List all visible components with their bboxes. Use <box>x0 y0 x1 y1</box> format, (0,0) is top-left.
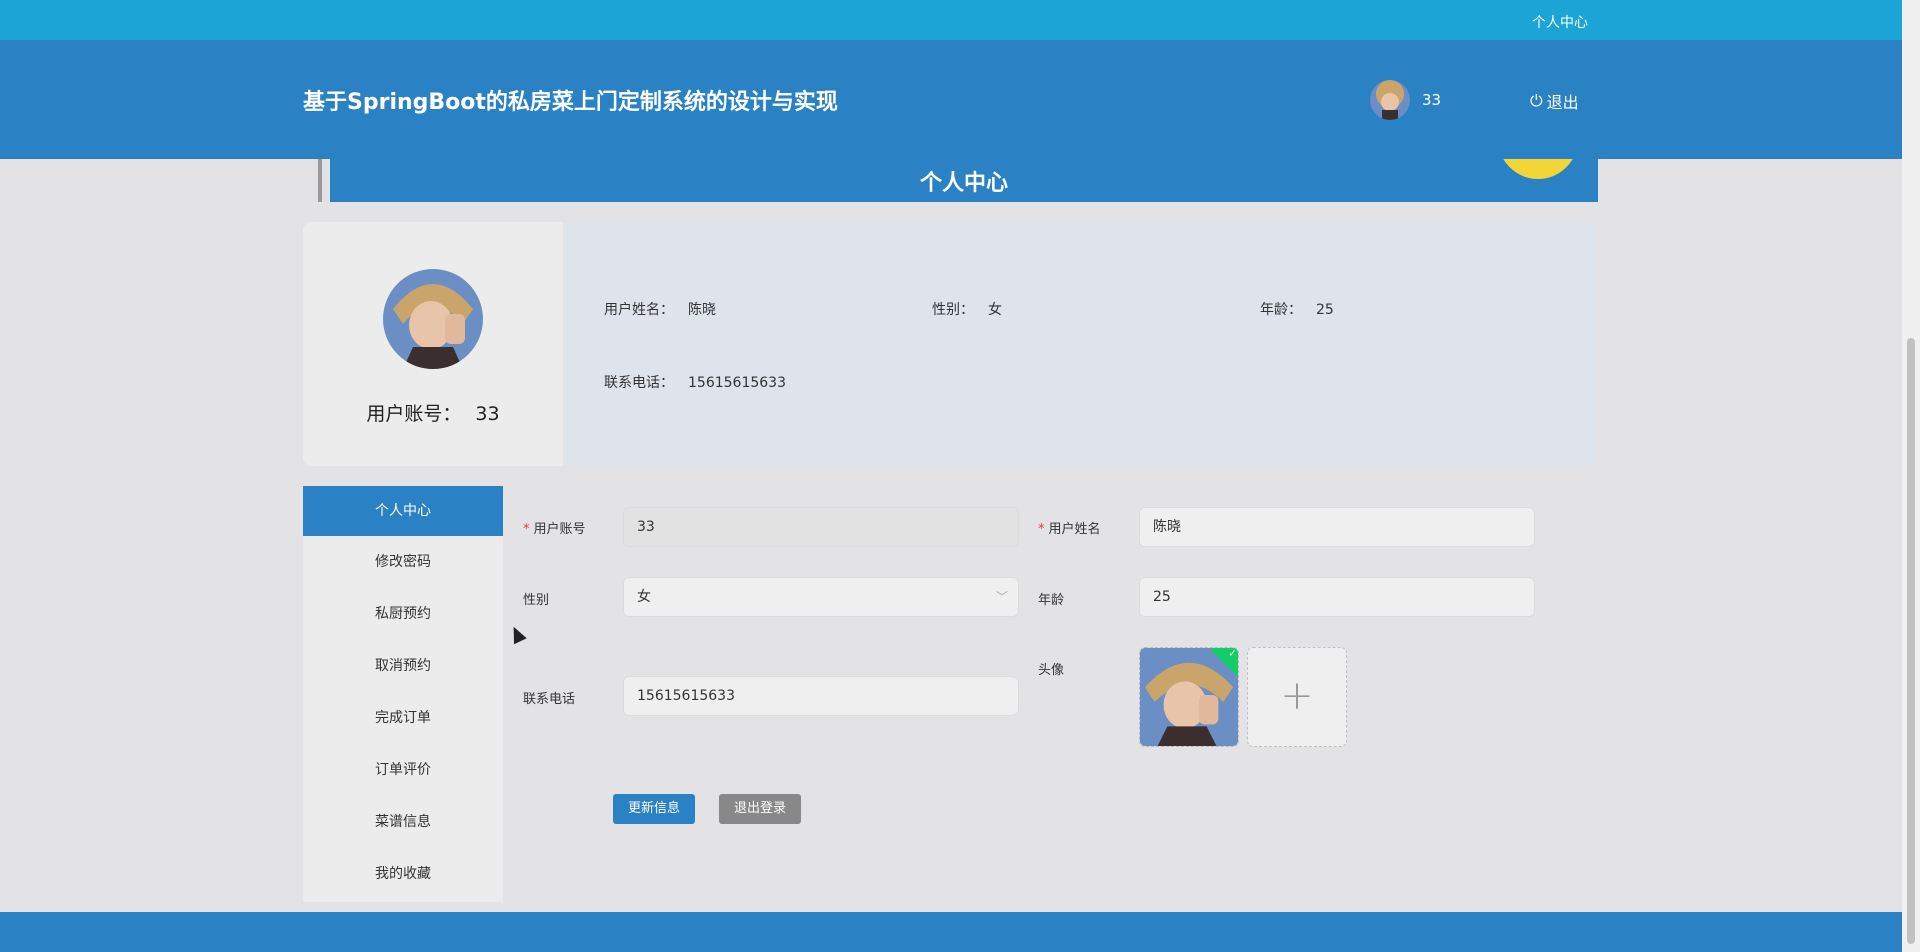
required-asterisk: * <box>523 522 530 537</box>
profile-age-label: 年龄： <box>1260 302 1302 318</box>
profile-name-value: 陈晓 <box>688 302 716 318</box>
name-input[interactable]: 陈晓 <box>1139 507 1535 547</box>
gender-field-label: 性别 <box>523 593 550 608</box>
banner: 个人中心 <box>330 159 1598 202</box>
age-field-label: 年龄 <box>1038 593 1065 608</box>
check-icon: ✓ <box>1228 648 1237 660</box>
profile-name: 用户姓名： 陈晓 <box>604 299 716 319</box>
power-icon: ⏻ <box>1530 91 1543 110</box>
name-field-label: * 用户姓名 <box>1038 518 1101 537</box>
age-input[interactable]: 25 <box>1139 577 1535 617</box>
profile-account: 用户账号： 33 <box>303 399 563 426</box>
side-menu-item-favorites[interactable]: 我的收藏 <box>303 848 503 900</box>
footer <box>0 912 1902 952</box>
header: 基于SpringBoot的私房菜上门定制系统的设计与实现 33 ⏻ 退出 <box>0 40 1902 159</box>
top-personal-center-link[interactable]: 个人中心 <box>1532 12 1588 32</box>
side-menu-item-change-password[interactable]: 修改密码 <box>303 536 503 588</box>
gender-select-value: 女 <box>637 589 651 605</box>
profile-gender: 性别： 女 <box>932 299 1002 319</box>
side-menu: 个人中心 修改密码 私厨预约 取消预约 完成订单 订单评价 菜谱信息 我的收藏 <box>303 486 503 902</box>
profile-card: 用户账号： 33 <box>303 222 1596 466</box>
mouse-cursor-icon <box>507 623 527 645</box>
account-input[interactable]: 33 <box>623 507 1019 547</box>
avatar-upload-preview[interactable]: ✓ <box>1139 647 1239 747</box>
plus-icon: + <box>1280 673 1314 719</box>
account-label-text: 用户账号 <box>533 522 586 537</box>
profile-gender-label: 性别： <box>932 302 974 318</box>
logout-button[interactable]: 退出登录 <box>719 794 802 824</box>
side-menu-item-cancel-booking[interactable]: 取消预约 <box>303 640 503 692</box>
banner-left-bar <box>318 159 322 202</box>
side-menu-item-chef-booking[interactable]: 私厨预约 <box>303 588 503 640</box>
profile-left: 用户账号： 33 <box>303 222 563 466</box>
required-asterisk: * <box>1038 522 1045 537</box>
scrollbar-thumb[interactable] <box>1907 338 1915 944</box>
profile-name-label: 用户姓名： <box>604 302 674 318</box>
gender-select[interactable]: 女 ﹀ <box>623 577 1019 617</box>
logout-link[interactable]: ⏻ 退出 <box>1530 89 1579 113</box>
profile-account-label: 用户账号： <box>366 403 462 425</box>
profile-gender-value: 女 <box>988 302 1002 318</box>
phone-field-label: 联系电话 <box>523 692 576 707</box>
avatar-upload-add-button[interactable]: + <box>1247 647 1347 747</box>
side-menu-item-personal-center[interactable]: 个人中心 <box>303 486 503 536</box>
side-menu-item-recipes[interactable]: 菜谱信息 <box>303 796 503 848</box>
chevron-down-icon: ﹀ <box>995 590 1008 604</box>
profile-phone-label: 联系电话： <box>604 375 674 391</box>
phone-input[interactable]: 15615615633 <box>623 676 1019 716</box>
update-info-button[interactable]: 更新信息 <box>613 794 696 824</box>
profile-age: 年龄： 25 <box>1260 299 1334 319</box>
top-strip: 个人中心 <box>0 0 1902 40</box>
page-scrollbar[interactable] <box>1902 0 1920 952</box>
profile-phone-value: 15615615633 <box>688 375 786 391</box>
side-menu-item-completed-orders[interactable]: 完成订单 <box>303 692 503 744</box>
site-title: 基于SpringBoot的私房菜上门定制系统的设计与实现 <box>303 90 838 115</box>
header-avatar[interactable] <box>1370 80 1410 120</box>
profile-avatar <box>383 269 483 369</box>
profile-phone: 联系电话： 15615615633 <box>604 372 786 392</box>
banner-title: 个人中心 <box>919 171 1008 196</box>
avatar-field-label: 头像 <box>1038 663 1065 678</box>
header-username[interactable]: 33 <box>1422 91 1441 109</box>
side-menu-item-order-review[interactable]: 订单评价 <box>303 744 503 796</box>
name-label-text: 用户姓名 <box>1048 522 1101 537</box>
logout-label: 退出 <box>1546 93 1579 112</box>
profile-age-value: 25 <box>1316 302 1334 318</box>
account-field-label: * 用户账号 <box>523 518 586 537</box>
profile-account-value: 33 <box>475 403 500 425</box>
